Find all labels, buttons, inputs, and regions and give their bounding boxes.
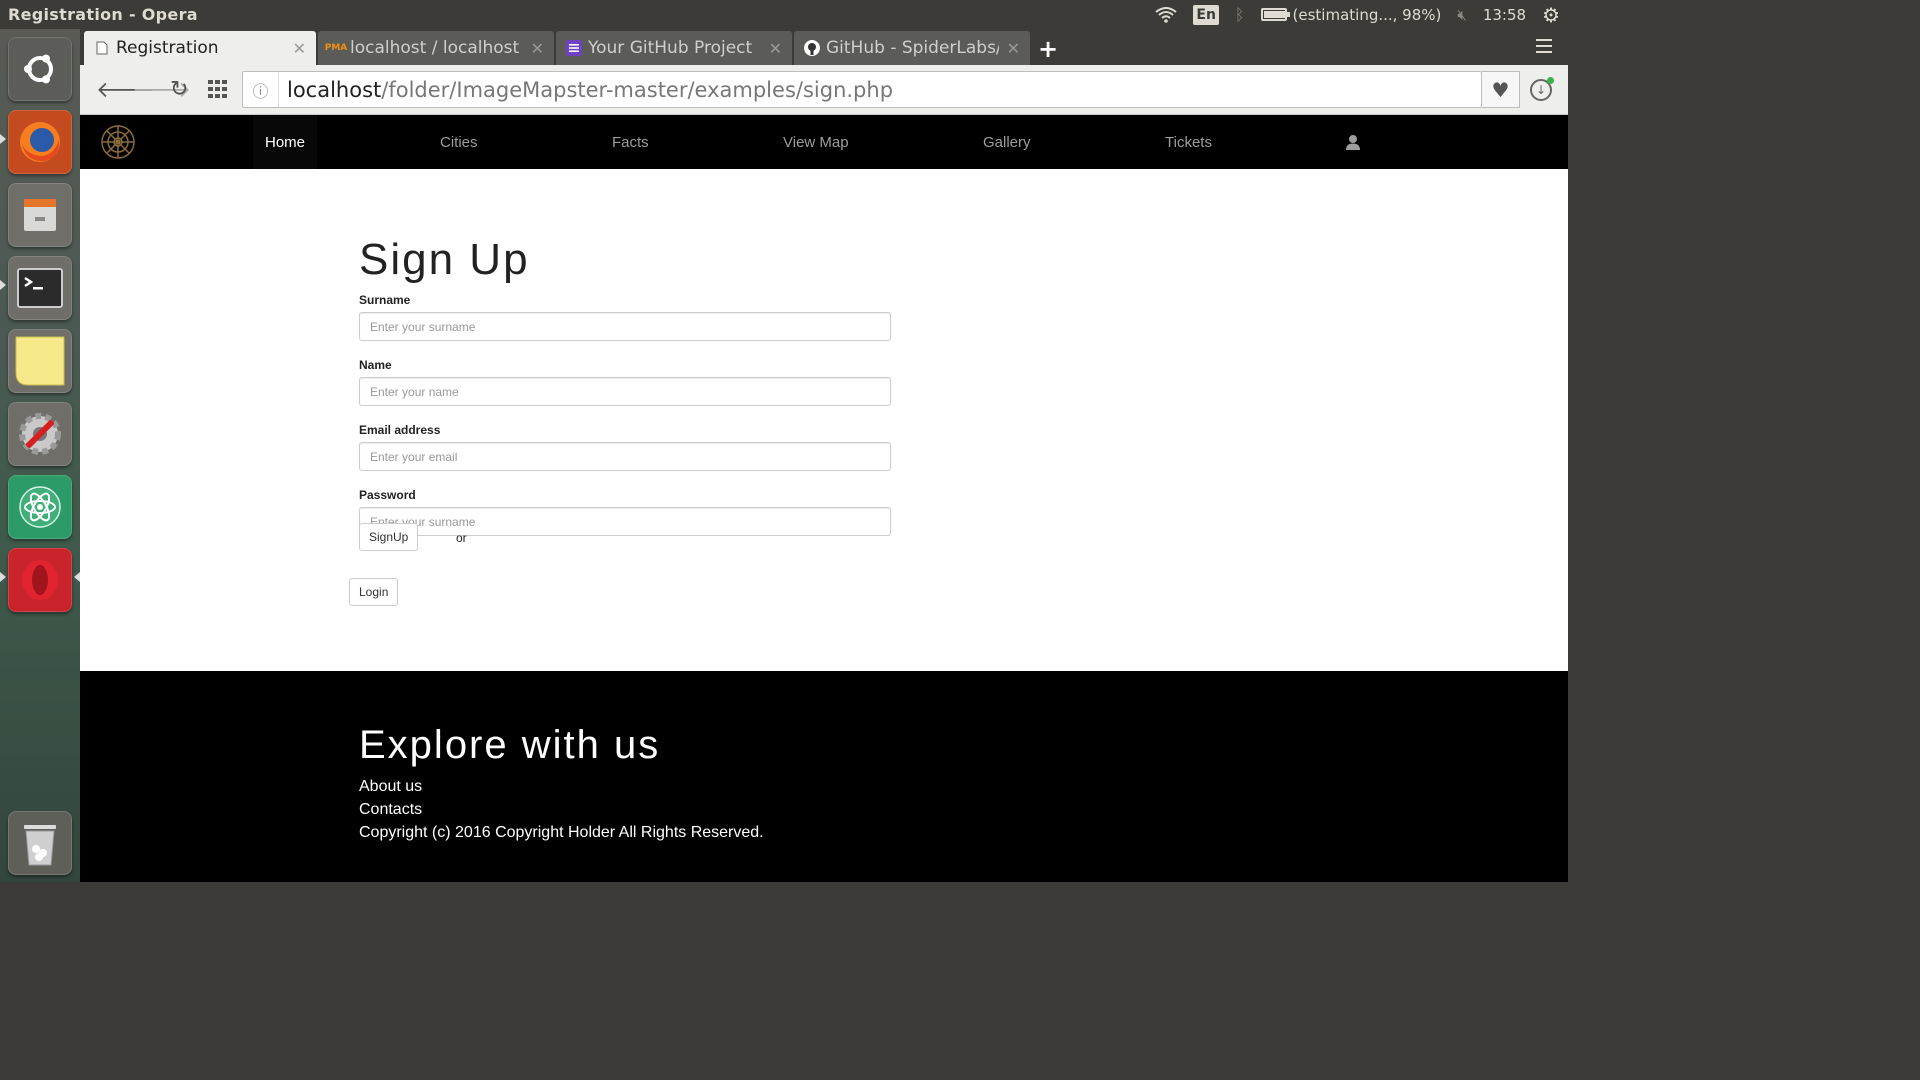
page-title: Sign Up [359, 235, 530, 284]
copyright-text: Copyright (c) 2016 Copyright Holder All … [359, 824, 764, 841]
running-indicator [0, 134, 6, 144]
running-indicator [0, 572, 6, 582]
web-page: Home Cities Facts View Map Gallery Ticke… [80, 115, 1568, 882]
password-label: Password [359, 488, 416, 502]
tab-title: Registration [116, 38, 219, 58]
battery-text: (estimating..., 98%) [1292, 5, 1442, 24]
system-settings-icon[interactable] [8, 402, 72, 466]
surname-label: Surname [359, 293, 411, 307]
ubuntu-dash-icon[interactable] [8, 37, 72, 101]
name-input[interactable] [359, 377, 891, 406]
atom-editor-icon[interactable] [8, 475, 72, 539]
nav-view-map[interactable]: View Map [783, 115, 849, 169]
github-icon [804, 40, 820, 56]
clock[interactable]: 13:58 [1475, 0, 1534, 29]
close-icon[interactable]: ✕ [769, 39, 782, 58]
user-icon[interactable] [1345, 134, 1361, 150]
tab-title: GitHub - SpiderLabs/I [826, 38, 999, 58]
name-label: Name [359, 358, 392, 372]
window-title: Registration - Opera [8, 5, 198, 24]
about-us-link[interactable]: About us [359, 778, 422, 796]
tab-github-spiderlabs[interactable]: GitHub - SpiderLabs/I ✕ [794, 31, 1030, 65]
or-text: or [456, 531, 467, 545]
nav-cities[interactable]: Cities [440, 115, 478, 169]
opera-icon[interactable] [8, 548, 72, 612]
battery-indicator[interactable]: (estimating..., 98%) [1253, 0, 1450, 29]
site-navbar: Home Cities Facts View Map Gallery Ticke… [80, 115, 1568, 169]
unity-launcher [0, 29, 80, 882]
url-host: localhost [287, 77, 382, 102]
page-icon [94, 40, 110, 56]
contacts-link[interactable]: Contacts [359, 801, 422, 819]
phpmyadmin-icon: PMA [324, 43, 348, 53]
login-button[interactable]: Login [349, 578, 399, 606]
close-icon[interactable]: ✕ [531, 39, 544, 58]
gear-icon[interactable]: ⚙ [1534, 0, 1568, 29]
signup-button[interactable]: SignUp [359, 523, 419, 551]
battery-level [1263, 11, 1286, 18]
tab-title: Your GitHub Project [588, 38, 753, 58]
files-icon[interactable] [8, 183, 72, 247]
tab-github-project[interactable]: Your GitHub Project ✕ [556, 31, 792, 65]
tab-menu-icon[interactable] [1536, 39, 1552, 57]
nav-home[interactable]: Home [253, 115, 318, 169]
wifi-icon[interactable] [1147, 0, 1185, 29]
email-label: Email address [359, 423, 441, 437]
email-input[interactable] [359, 442, 891, 471]
site-footer: Explore with us About us Contacts Copyri… [80, 671, 1568, 882]
project-icon [566, 40, 582, 56]
url-path: /folder/ImageMapster-master/examples/sig… [381, 77, 894, 102]
site-info-icon[interactable]: ⓘ [243, 72, 279, 107]
tab-registration[interactable]: Registration ✕ [84, 31, 316, 65]
stash-heart-icon[interactable]: ♥ [1482, 71, 1520, 108]
address-bar[interactable]: ⓘ localhost/folder/ImageMapster-master/e… [242, 71, 1482, 108]
url-text[interactable]: localhost/folder/ImageMapster-master/exa… [279, 78, 893, 102]
nav-tickets[interactable]: Tickets [1165, 115, 1212, 169]
reload-button[interactable]: ↻ [170, 77, 188, 102]
battery-icon [1260, 8, 1290, 21]
system-top-panel: Registration - Opera En ᛒ (estimating...… [0, 0, 1568, 29]
browser-window: Registration ✕ PMA localhost / localhost… [80, 29, 1568, 882]
sound-muted-icon[interactable]: 🔇︎ [1449, 0, 1474, 29]
notes-icon[interactable] [8, 329, 72, 393]
site-logo[interactable] [100, 124, 136, 160]
password-input[interactable] [359, 507, 891, 536]
download-icon[interactable]: ↓ [1530, 77, 1554, 101]
surname-input[interactable] [359, 312, 891, 341]
footer-title: Explore with us [359, 723, 661, 767]
browser-toolbar: 🡐 🡒 ↻ ⓘ localhost/folder/ImageMapster-ma… [80, 65, 1568, 115]
tab-phpmyadmin[interactable]: PMA localhost / localhost / ✕ [318, 31, 554, 65]
new-tab-button[interactable]: + [1038, 35, 1058, 63]
keyboard-language-indicator[interactable]: En [1185, 0, 1227, 29]
tab-title: localhost / localhost / [350, 38, 523, 58]
nav-gallery[interactable]: Gallery [983, 115, 1031, 169]
close-icon[interactable]: ✕ [293, 39, 306, 58]
firefox-icon[interactable] [8, 110, 72, 174]
close-icon[interactable]: ✕ [1007, 39, 1020, 58]
trash-icon[interactable] [8, 811, 72, 875]
indicator-area: En ᛒ (estimating..., 98%) 🔇︎ 13:58 ⚙ [1147, 0, 1568, 29]
terminal-icon[interactable] [8, 256, 72, 320]
bluetooth-icon[interactable]: ᛒ [1227, 0, 1253, 29]
speed-dial-grid-icon[interactable] [208, 79, 228, 104]
tab-bar: Registration ✕ PMA localhost / localhost… [80, 29, 1568, 65]
signup-form: Sign Up Surname Name Email address Passw… [349, 235, 899, 606]
nav-facts[interactable]: Facts [612, 115, 649, 169]
running-indicator [0, 280, 6, 290]
